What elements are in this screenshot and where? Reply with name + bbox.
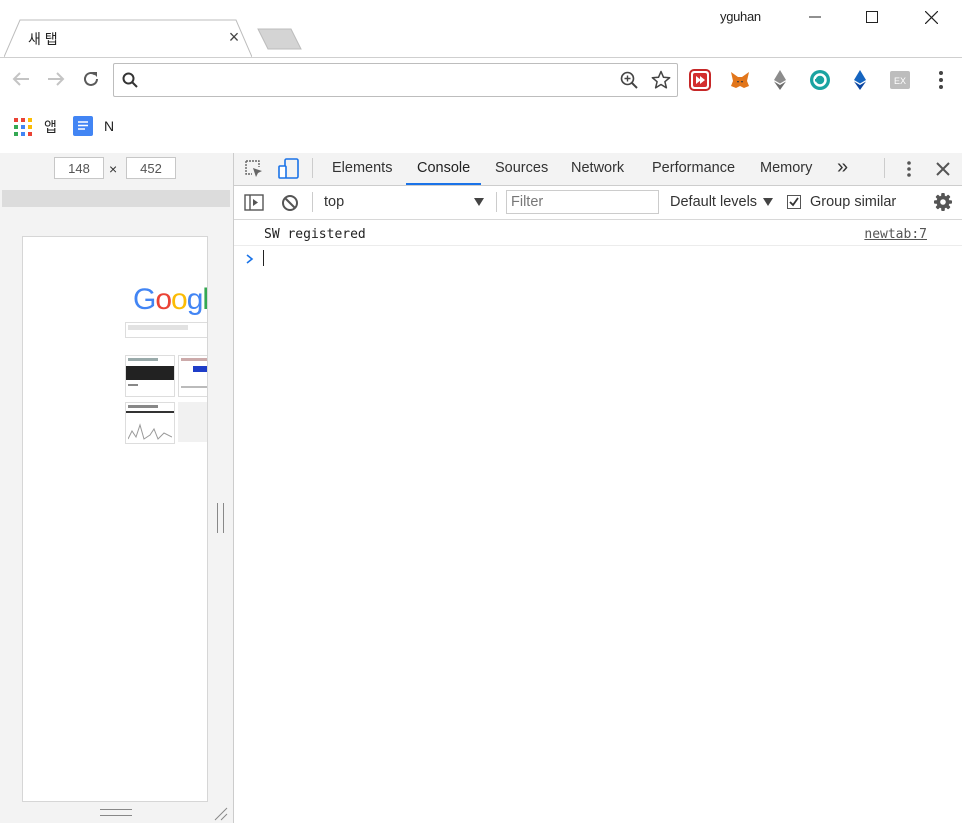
resize-corner-icon[interactable] bbox=[212, 805, 228, 821]
dropdown-arrow-icon bbox=[763, 198, 773, 206]
log-levels-dropdown[interactable]: Default levels bbox=[670, 186, 776, 219]
close-icon bbox=[924, 10, 938, 24]
dropdown-arrow-icon bbox=[474, 198, 484, 206]
context-selector[interactable]: top bbox=[316, 186, 488, 219]
ethereum-blue-icon[interactable] bbox=[849, 69, 871, 91]
apps-grid-icon bbox=[14, 118, 32, 136]
google-docs-icon bbox=[73, 116, 93, 136]
maximize-button[interactable] bbox=[849, 0, 895, 34]
metamask-icon[interactable] bbox=[729, 69, 751, 91]
reload-button[interactable] bbox=[80, 68, 102, 90]
resize-handle-right[interactable] bbox=[217, 503, 224, 533]
text-cursor bbox=[263, 250, 264, 266]
bookmark-star-icon[interactable] bbox=[651, 70, 671, 90]
log-levels-label: Default levels bbox=[670, 194, 758, 210]
group-similar-label: Group similar bbox=[810, 194, 897, 210]
console-message-source-link[interactable]: newtab:7 bbox=[864, 227, 927, 242]
device-viewport[interactable]: Google bbox=[22, 236, 208, 802]
toolbar-separator bbox=[312, 158, 313, 178]
most-visited-tile[interactable] bbox=[178, 355, 207, 397]
inspect-element-icon[interactable] bbox=[245, 160, 263, 178]
tab-console[interactable]: Console bbox=[406, 153, 482, 185]
search-icon bbox=[122, 72, 138, 88]
more-tabs-button[interactable]: » bbox=[837, 153, 848, 185]
device-width-input[interactable]: 148 bbox=[54, 157, 104, 179]
clear-console-icon[interactable] bbox=[281, 194, 299, 212]
zoom-icon[interactable] bbox=[620, 71, 638, 89]
title-bar: 새 탭 × yguhan bbox=[0, 0, 962, 57]
youtube-extension-icon[interactable] bbox=[689, 69, 711, 91]
ex-extension-icon[interactable]: EX bbox=[889, 69, 911, 91]
svg-text:EX: EX bbox=[894, 76, 906, 86]
console-filter-input[interactable]: Filter bbox=[506, 190, 659, 214]
prompt-chevron-icon bbox=[246, 254, 254, 264]
google-logo: Google bbox=[133, 283, 208, 316]
maximize-icon bbox=[866, 11, 878, 23]
devtools-panel: Elements Console Sources Network Perform… bbox=[234, 153, 962, 823]
apps-shortcut[interactable]: 앱 bbox=[14, 117, 57, 137]
reload-icon bbox=[84, 71, 98, 86]
browser-toolbar: EX bbox=[0, 57, 962, 101]
close-devtools-icon[interactable] bbox=[936, 162, 950, 176]
toolbar-separator bbox=[496, 192, 497, 212]
tab-memory[interactable]: Memory bbox=[760, 153, 812, 185]
tab-title: 새 탭 bbox=[28, 31, 58, 47]
tab-sources[interactable]: Sources bbox=[495, 153, 548, 185]
resize-handle-bottom[interactable] bbox=[100, 809, 132, 816]
tab-performance[interactable]: Performance bbox=[652, 153, 735, 185]
most-visited-tile[interactable] bbox=[125, 355, 175, 397]
minimize-icon bbox=[809, 16, 821, 18]
apps-label: 앱 bbox=[44, 119, 57, 135]
bookmark-doc-label: N bbox=[104, 118, 115, 134]
omnibox-input[interactable] bbox=[146, 68, 610, 92]
kebab-menu-icon bbox=[939, 71, 943, 89]
arrow-left-icon bbox=[12, 72, 29, 86]
tab-elements[interactable]: Elements bbox=[332, 153, 392, 185]
checkmark-icon bbox=[789, 197, 799, 207]
tab-network[interactable]: Network bbox=[571, 153, 624, 185]
most-visited-tile[interactable] bbox=[125, 402, 175, 444]
most-visited-tile-empty[interactable] bbox=[178, 402, 207, 442]
minimize-button[interactable] bbox=[792, 0, 838, 34]
bookmark-doc[interactable]: N bbox=[73, 116, 114, 136]
toolbar-separator bbox=[884, 158, 885, 178]
tab-close-icon[interactable]: × bbox=[226, 27, 242, 48]
device-height-input[interactable]: 452 bbox=[126, 157, 176, 179]
devtools-tab-bar: Elements Console Sources Network Perform… bbox=[234, 153, 962, 186]
console-settings-gear-icon[interactable] bbox=[933, 192, 953, 212]
devtools-menu-icon[interactable] bbox=[901, 159, 917, 179]
arrow-right-icon bbox=[48, 72, 65, 86]
toolbar-separator bbox=[312, 192, 313, 212]
back-button[interactable] bbox=[10, 68, 32, 90]
new-tab-button[interactable] bbox=[257, 28, 303, 55]
console-message-text: SW registered bbox=[264, 227, 366, 242]
device-toolbar-icon[interactable] bbox=[278, 158, 300, 180]
forward-button[interactable] bbox=[45, 68, 67, 90]
close-window-button[interactable] bbox=[908, 0, 954, 34]
context-value: top bbox=[324, 194, 345, 210]
bookmarks-bar: 앱 N bbox=[0, 101, 962, 154]
console-toolbar: top Filter Default levels Group similar bbox=[234, 186, 962, 220]
omnibox[interactable] bbox=[113, 63, 678, 97]
chrome-menu-button[interactable] bbox=[930, 69, 952, 91]
profile-name[interactable]: yguhan bbox=[720, 9, 761, 24]
media-query-ruler[interactable] bbox=[2, 190, 230, 207]
browser-tab[interactable]: 새 탭 × bbox=[4, 19, 252, 57]
device-emulation-pane: 148 × 452 Google bbox=[0, 153, 234, 823]
google-search-box[interactable] bbox=[125, 322, 207, 338]
circular-extension-icon[interactable] bbox=[809, 69, 831, 91]
ethereum-icon[interactable] bbox=[769, 69, 791, 91]
dimension-separator: × bbox=[109, 161, 118, 177]
sidebar-toggle-icon[interactable] bbox=[244, 194, 264, 212]
console-message-row: SW registered newtab:7 bbox=[234, 220, 962, 246]
console-prompt[interactable] bbox=[234, 246, 962, 270]
group-similar-checkbox[interactable] bbox=[787, 195, 801, 209]
